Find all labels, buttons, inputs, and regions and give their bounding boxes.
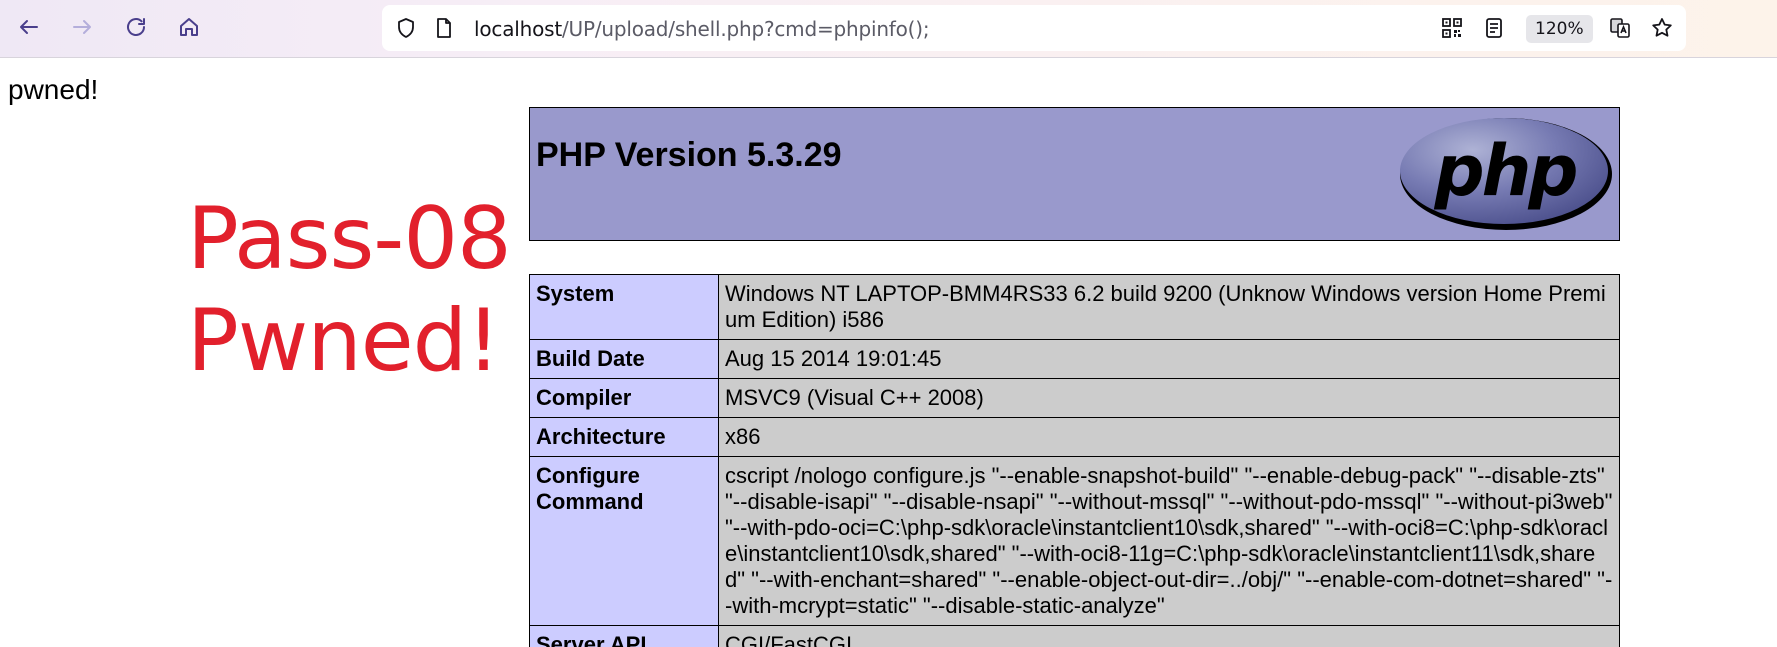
row-value: Aug 15 2014 19:01:45	[718, 339, 1620, 379]
pass-pwned-annotation: Pass-08 Pwned!	[187, 188, 512, 392]
table-row: Architecture x86	[529, 417, 1620, 457]
table-row: Build Date Aug 15 2014 19:01:45	[529, 339, 1620, 379]
home-button[interactable]	[171, 9, 207, 45]
phpinfo-header: PHP Version 5.3.29 php	[529, 107, 1620, 241]
row-value: x86	[718, 417, 1620, 457]
zoom-level-button[interactable]: 120%	[1526, 15, 1593, 43]
row-value: Windows NT LAPTOP-BMM4RS33 6.2 build 920…	[718, 274, 1620, 340]
forward-arrow-icon	[73, 20, 91, 34]
back-button[interactable]	[11, 9, 47, 45]
star-bookmark-icon[interactable]	[1650, 16, 1674, 40]
phpinfo-table: System Windows NT LAPTOP-BMM4RS33 6.2 bui…	[529, 274, 1620, 647]
row-key: Architecture	[529, 417, 719, 457]
browser-toolbar: localhost/UP/upload/shell.php?cmd=phpinf…	[0, 0, 1777, 58]
row-key: Build Date	[529, 339, 719, 379]
reload-icon	[127, 18, 145, 36]
table-row: Configure Command cscript /nologo configu…	[529, 456, 1620, 626]
row-value: MSVC9 (Visual C++ 2008)	[718, 378, 1620, 418]
url-path: /UP/upload/shell.php?cmd=phpinfo();	[561, 17, 930, 41]
url-host: localhost	[474, 17, 562, 41]
row-key: Server API	[529, 625, 719, 647]
page-icon[interactable]	[432, 16, 456, 40]
forward-button[interactable]	[64, 9, 100, 45]
shield-icon[interactable]	[394, 16, 418, 40]
translate-icon[interactable]	[1608, 16, 1632, 40]
pass-line-2: Pwned!	[187, 291, 501, 391]
qr-code-icon[interactable]	[1440, 16, 1464, 40]
table-row: Server API CGI/FastCGI	[529, 625, 1620, 647]
php-logo-icon: php	[1400, 118, 1612, 230]
row-value: cscript /nologo configure.js "--enable-s…	[718, 456, 1620, 626]
home-icon	[180, 18, 198, 36]
back-arrow-icon	[20, 20, 38, 34]
address-bar[interactable]: localhost/UP/upload/shell.php?cmd=phpinf…	[382, 5, 1686, 51]
pass-line-1: Pass-08	[187, 189, 512, 289]
row-key: Compiler	[529, 378, 719, 418]
reader-view-icon[interactable]	[1482, 16, 1506, 40]
reload-button[interactable]	[118, 9, 154, 45]
row-key: Configure Command	[529, 456, 719, 626]
table-row: Compiler MSVC9 (Visual C++ 2008)	[529, 378, 1620, 418]
php-version-title: PHP Version 5.3.29	[536, 136, 842, 174]
php-logo-text: php	[1433, 130, 1576, 212]
row-key: System	[529, 274, 719, 340]
pwned-output-text: pwned!	[8, 74, 99, 105]
url-text[interactable]: localhost/UP/upload/shell.php?cmd=phpinf…	[474, 17, 930, 41]
table-row: System Windows NT LAPTOP-BMM4RS33 6.2 bui…	[529, 274, 1620, 340]
row-value: CGI/FastCGI	[718, 625, 1620, 647]
